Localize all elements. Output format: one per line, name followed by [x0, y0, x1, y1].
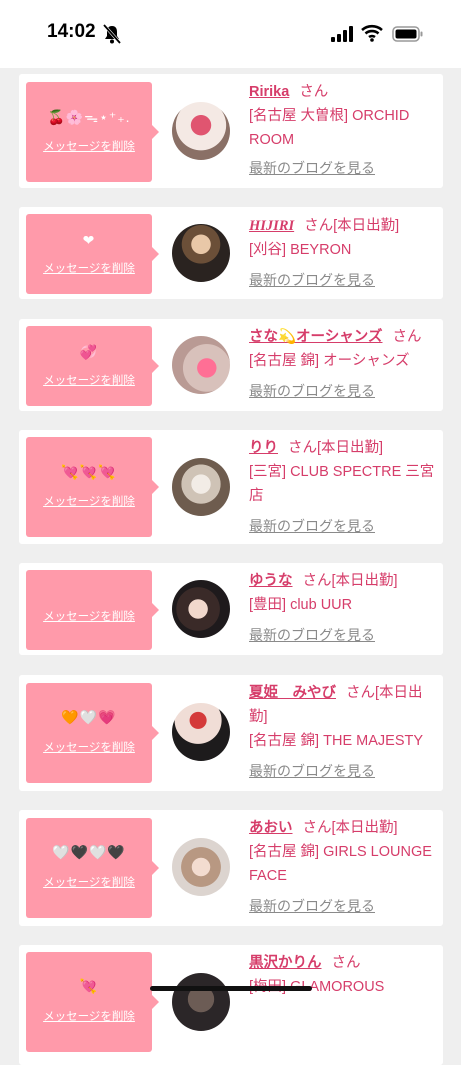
cast-info: さな💫オーシャンズ さん [名古屋 錦] オーシャンズ 最新のブログを見る: [249, 325, 439, 404]
message-text: 💞: [79, 344, 99, 360]
honorific: さん: [304, 218, 334, 234]
cast-name-link[interactable]: りり: [249, 440, 278, 456]
cast-name-link[interactable]: さな💫オーシャンズ: [249, 329, 382, 345]
status-bar: 14:02: [0, 0, 461, 68]
delete-message-link[interactable]: メッセージを削除: [26, 874, 152, 890]
shop-name: [名古屋 錦] オーシャンズ: [249, 353, 410, 369]
avatar[interactable]: [172, 580, 230, 638]
list-item: ❤︎ メッセージを削除 HIJIRI さん[本日出勤] [刈谷] BEYRON 最…: [19, 207, 443, 299]
battery-icon: [392, 26, 423, 42]
shop-name: [名古屋 大曽根] ORCHID ROOM: [249, 108, 410, 148]
delete-message-link[interactable]: メッセージを削除: [26, 138, 152, 154]
signal-icon: [331, 26, 353, 42]
shop-name: [三宮] CLUB SPECTRE 三宮店: [249, 464, 435, 504]
message-bubble: 💘💘💘 メッセージを削除: [26, 437, 159, 537]
list-item: 🧡🤍💗 メッセージを削除 夏姫 みやび さん[本日出勤] [名古屋 錦] THE …: [19, 675, 443, 791]
honorific: さん: [288, 440, 317, 456]
latest-blog-link[interactable]: 最新のブログを見る: [249, 518, 375, 534]
list-item: 🍒🌸ᯓ⋆⁺₊. メッセージを削除 Ririka さん [名古屋 大曽根] ORCH…: [19, 74, 443, 188]
message-bubble: メッセージを削除: [26, 570, 159, 650]
avatar[interactable]: [172, 458, 230, 516]
list-item: 💘 メッセージを削除 黒沢かりん さん [梅田] GLAMOROUS: [19, 945, 443, 1065]
avatar[interactable]: [172, 224, 230, 282]
cast-info: りり さん[本日出勤] [三宮] CLUB SPECTRE 三宮店 最新のブログを…: [249, 436, 439, 539]
work-status: [本日出勤]: [317, 440, 384, 456]
latest-blog-link[interactable]: 最新のブログを見る: [249, 160, 375, 176]
cast-info: あおい さん[本日出勤] [名古屋 錦] GIRLS LOUNGE FACE 最新…: [249, 816, 439, 919]
message-text: 🧡🤍💗: [61, 709, 117, 725]
cast-info: HIJIRI さん[本日出勤] [刈谷] BEYRON 最新のブログを見る: [249, 214, 439, 293]
delete-message-link[interactable]: メッセージを削除: [26, 260, 152, 276]
cast-name-link[interactable]: あおい: [249, 820, 293, 836]
shop-name: [刈谷] BEYRON: [249, 242, 352, 258]
honorific: さん: [302, 820, 332, 836]
home-indicator[interactable]: [150, 986, 312, 991]
message-bubble: 🤍🖤🤍🖤 メッセージを削除: [26, 818, 159, 918]
message-text: 💘💘💘: [61, 464, 117, 480]
message-bubble: 🍒🌸ᯓ⋆⁺₊. メッセージを削除: [26, 82, 159, 182]
avatar[interactable]: [172, 703, 230, 761]
cast-name-link[interactable]: 夏姫 みやび: [249, 685, 336, 701]
honorific: さん: [392, 329, 422, 345]
cast-info: Ririka さん [名古屋 大曽根] ORCHID ROOM 最新のブログを見る: [249, 80, 439, 181]
list-item: 💘💘💘 メッセージを削除 りり さん[本日出勤] [三宮] CLUB SPECTR…: [19, 430, 443, 544]
list-item: 💞 メッセージを削除 さな💫オーシャンズ さん [名古屋 錦] オーシャンズ 最新…: [19, 319, 443, 411]
honorific: さん: [346, 685, 375, 701]
latest-blog-link[interactable]: 最新のブログを見る: [249, 272, 375, 288]
cast-info: 夏姫 みやび さん[本日出勤] [名古屋 錦] THE MAJESTY 最新のブロ…: [249, 681, 439, 784]
list-item: 🤍🖤🤍🖤 メッセージを削除 あおい さん[本日出勤] [名古屋 錦] GIRLS …: [19, 810, 443, 926]
work-status: [本日出勤]: [331, 573, 398, 589]
message-text: 🤍🖤🤍🖤: [52, 844, 126, 860]
honorific: さん: [331, 955, 361, 971]
work-status: [本日出勤]: [331, 820, 398, 836]
avatar[interactable]: [172, 336, 230, 394]
latest-blog-link[interactable]: 最新のブログを見る: [249, 763, 375, 779]
shop-name: [名古屋 錦] GIRLS LOUNGE FACE: [249, 844, 432, 884]
delete-message-link[interactable]: メッセージを削除: [26, 608, 152, 624]
message-text: 💘: [79, 978, 99, 994]
avatar[interactable]: [172, 973, 230, 1031]
list-item: メッセージを削除 ゆうな さん[本日出勤] [豊田] club UUR 最新のブロ…: [19, 563, 443, 655]
cast-name-link[interactable]: 黒沢かりん: [249, 955, 322, 971]
delete-message-link[interactable]: メッセージを削除: [26, 493, 152, 509]
latest-blog-link[interactable]: 最新のブログを見る: [249, 627, 375, 643]
bell-muted-icon: [103, 24, 121, 44]
message-bubble: 💞 メッセージを削除: [26, 326, 159, 406]
cast-name-link[interactable]: ゆうな: [249, 573, 293, 589]
delete-message-link[interactable]: メッセージを削除: [26, 739, 152, 755]
honorific: さん: [302, 573, 332, 589]
cast-name-link[interactable]: Ririka: [249, 84, 289, 100]
message-bubble: 💘 メッセージを削除: [26, 952, 159, 1052]
latest-blog-link[interactable]: 最新のブログを見る: [249, 898, 375, 914]
avatar[interactable]: [172, 838, 230, 896]
shop-name: [豊田] club UUR: [249, 597, 353, 613]
avatar[interactable]: [172, 102, 230, 160]
message-bubble: ❤︎ メッセージを削除: [26, 214, 159, 294]
message-bubble: 🧡🤍💗 メッセージを削除: [26, 683, 159, 783]
cast-info: ゆうな さん[本日出勤] [豊田] club UUR 最新のブログを見る: [249, 569, 439, 648]
shop-name: [名古屋 錦] THE MAJESTY: [249, 733, 424, 749]
delete-message-link[interactable]: メッセージを削除: [26, 372, 152, 388]
cast-name-link[interactable]: HIJIRI: [249, 218, 294, 234]
wifi-icon: [361, 24, 383, 42]
work-status: [本日出勤]: [333, 218, 400, 234]
delete-message-link[interactable]: メッセージを削除: [26, 1008, 152, 1024]
honorific: さん: [299, 84, 329, 100]
cast-info: 黒沢かりん さん [梅田] GLAMOROUS: [249, 951, 439, 999]
latest-blog-link[interactable]: 最新のブログを見る: [249, 383, 375, 399]
message-text: 🍒🌸ᯓ⋆⁺₊.: [47, 109, 131, 125]
message-text: ❤︎: [82, 232, 96, 248]
status-time: 14:02: [47, 21, 96, 42]
